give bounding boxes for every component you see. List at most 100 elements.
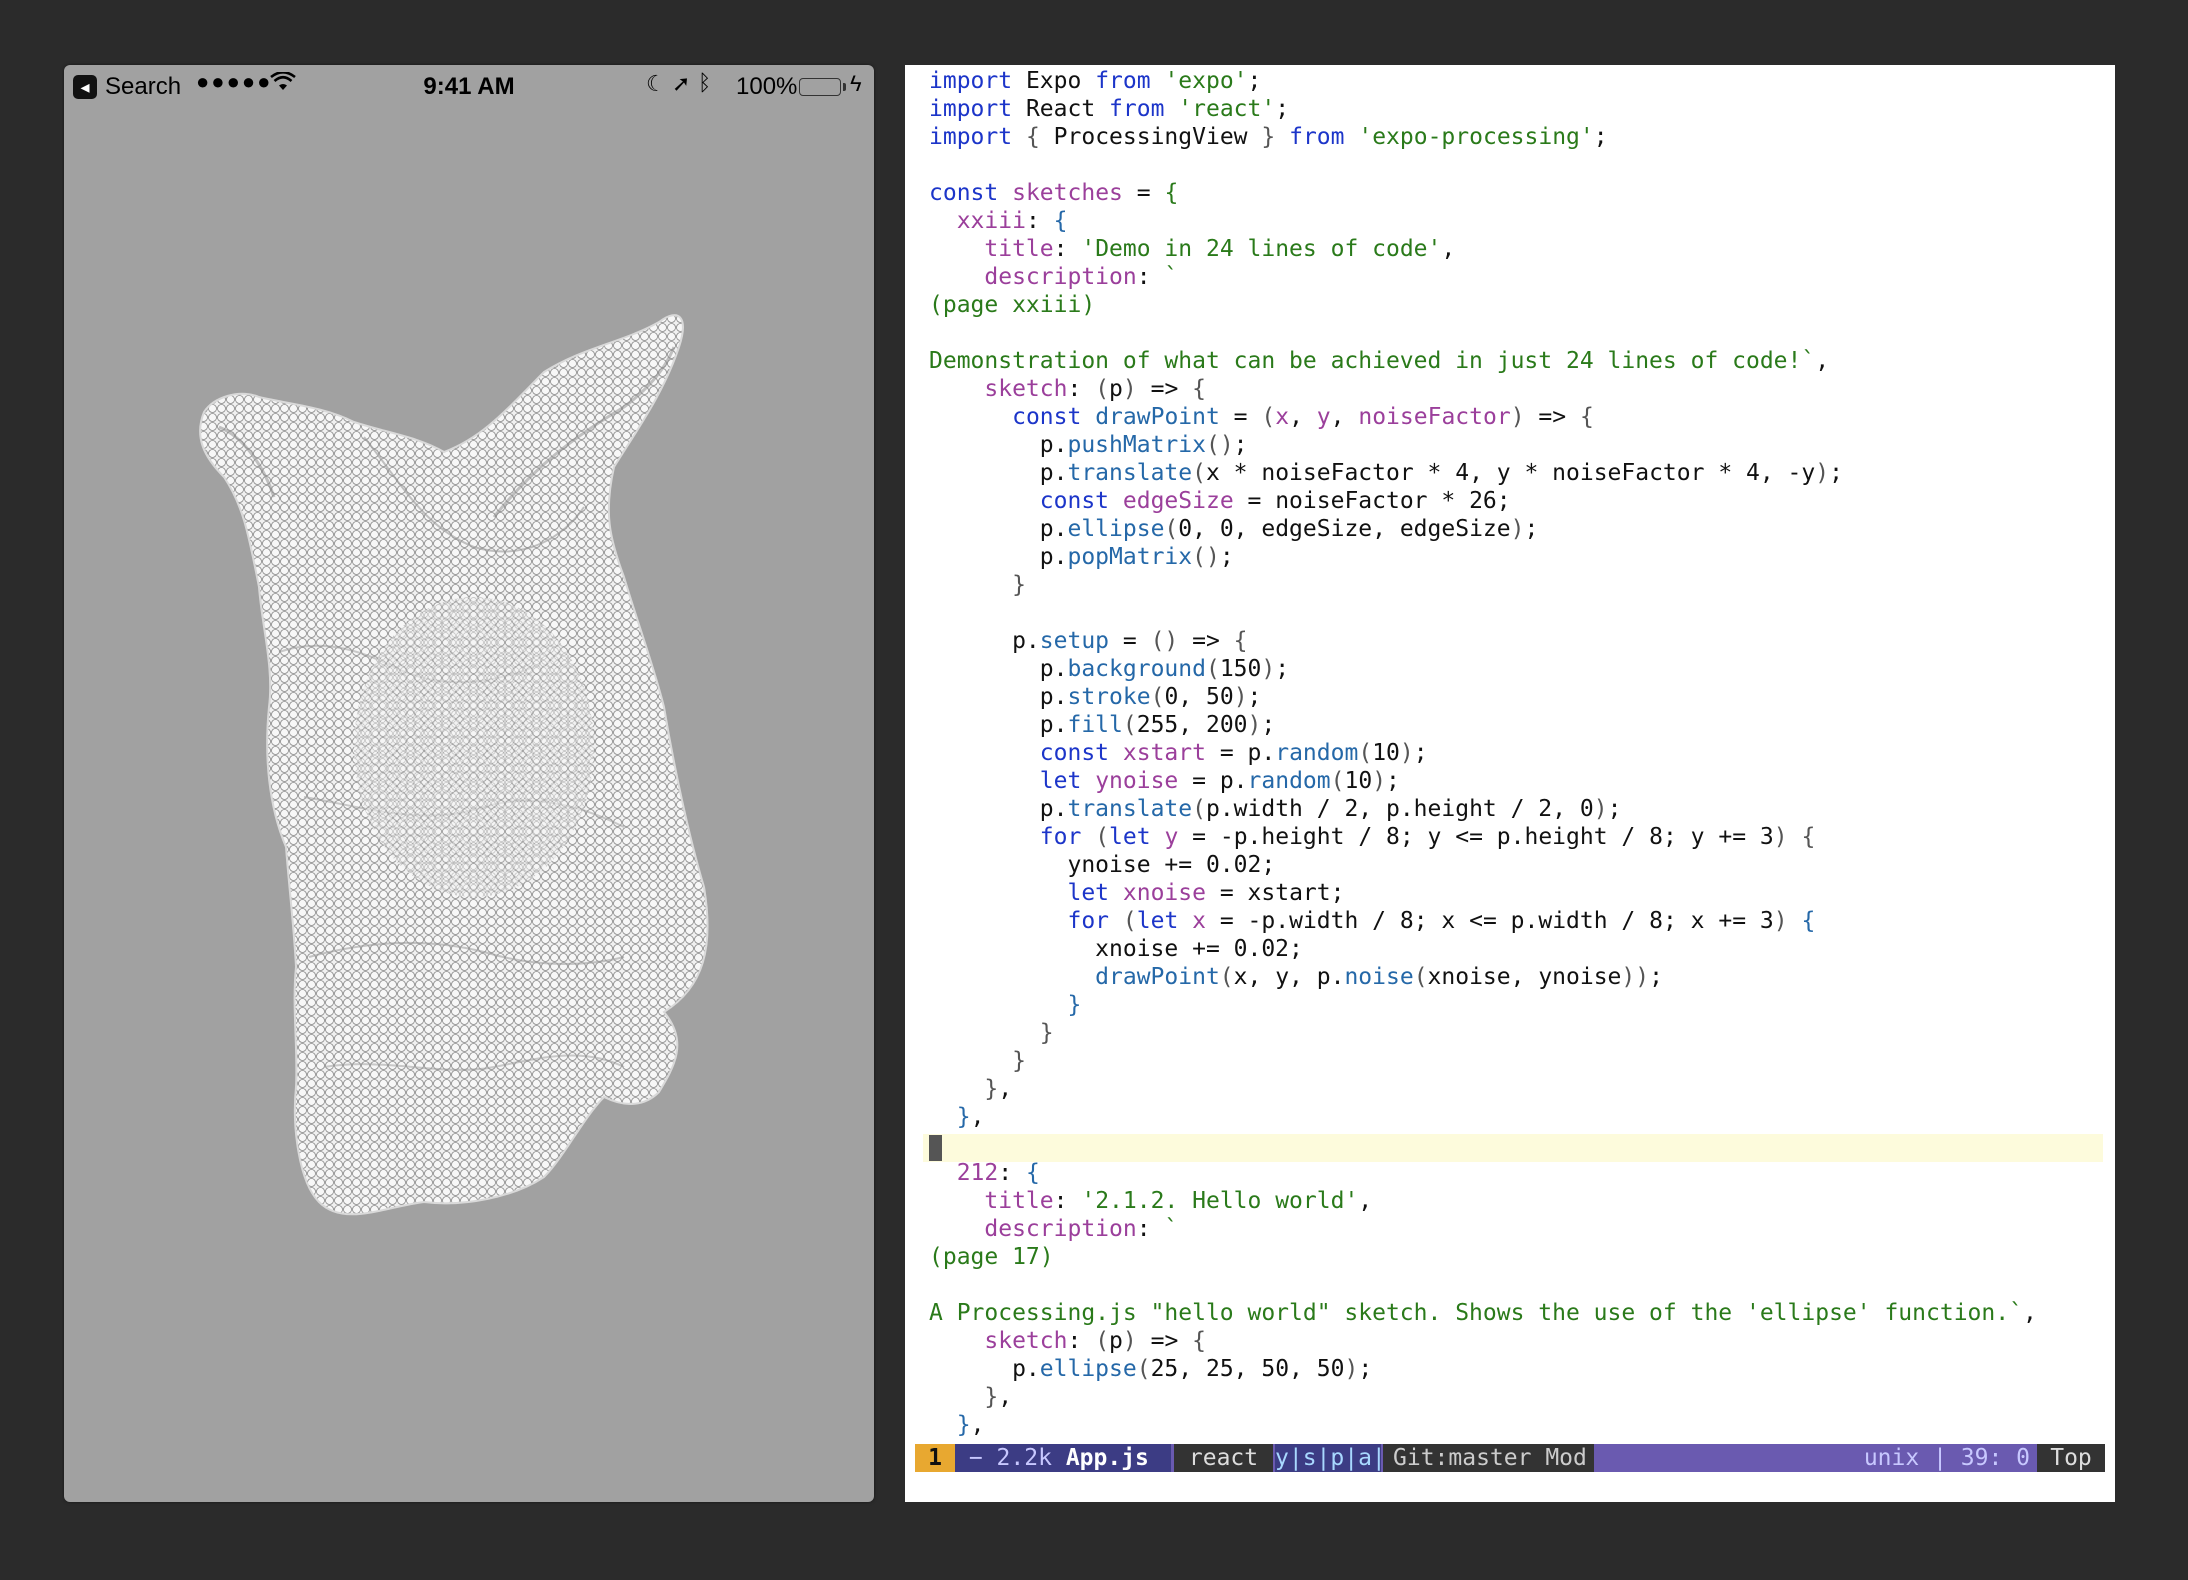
code-line[interactable]: p.translate(x * noiseFactor * 4, y * noi… — [929, 459, 2037, 487]
code-line[interactable]: drawPoint(x, y, p.noise(xnoise, ynoise))… — [929, 963, 2037, 991]
code-line[interactable]: p.stroke(0, 50); — [929, 683, 2037, 711]
code-token: ; — [1247, 68, 1262, 94]
code-line[interactable] — [929, 1271, 2037, 1299]
code-line[interactable]: p.ellipse(0, 0, edgeSize, edgeSize); — [929, 515, 2037, 543]
code-line[interactable]: const drawPoint = (x, y, noiseFactor) =>… — [929, 403, 2037, 431]
code-line[interactable]: }, — [929, 1383, 2037, 1411]
code-line[interactable] — [929, 1131, 2037, 1159]
code-token: { — [1025, 1160, 1040, 1186]
code-token: ( — [1192, 460, 1206, 486]
scroll-position: Top — [2037, 1444, 2105, 1472]
code-line[interactable]: sketch: (p) => { — [929, 1327, 2037, 1355]
code-line[interactable]: (page 17) — [929, 1243, 2037, 1271]
code-token: , — [1358, 1188, 1373, 1214]
code-line[interactable]: import Expo from 'expo'; — [929, 67, 2037, 95]
code-token: for — [1067, 908, 1110, 934]
code-line[interactable]: import { ProcessingView } from 'expo-pro… — [929, 123, 2037, 151]
code-line[interactable]: p.popMatrix(); — [929, 543, 2037, 571]
code-buffer[interactable]: import Expo from 'expo'; import React fro… — [929, 67, 2037, 1439]
code-line[interactable]: let ynoise = p.random(10); — [929, 767, 2037, 795]
code-token: description — [984, 1216, 1137, 1242]
code-token: const — [1039, 488, 1110, 514]
code-token: import — [929, 68, 1013, 94]
code-token: 10 — [1344, 768, 1373, 794]
code-line[interactable]: }, — [929, 1075, 2037, 1103]
code-token: ( — [1095, 824, 1110, 850]
code-line[interactable]: p.setup = () => { — [929, 627, 2037, 655]
code-token: } — [984, 1384, 999, 1410]
code-token: for — [1039, 824, 1082, 850]
code-token: ) — [1122, 376, 1137, 402]
code-line[interactable]: p.fill(255, 200); — [929, 711, 2037, 739]
code-line[interactable]: p.ellipse(25, 25, 50, 50); — [929, 1355, 2037, 1383]
code-line[interactable]: description: ` — [929, 1215, 2037, 1243]
code-token: popMatrix — [1067, 544, 1193, 570]
code-line[interactable]: } — [929, 571, 2037, 599]
code-line[interactable]: for (let y = -p.height / 8; y <= p.heigh… — [929, 823, 2037, 851]
code-line[interactable] — [929, 599, 2037, 627]
code-token: ( — [1122, 908, 1137, 934]
code-line[interactable]: p.translate(p.width / 2, p.height / 2, 0… — [929, 795, 2037, 823]
code-token: } — [1012, 1048, 1026, 1074]
code-editor[interactable]: import Expo from 'expo'; import React fro… — [905, 65, 2115, 1502]
code-token: ( — [1358, 740, 1373, 766]
battery-tip — [843, 83, 846, 91]
code-token: p. — [929, 796, 1068, 822]
code-line[interactable]: const sketches = { — [929, 179, 2037, 207]
code-line[interactable]: p.background(150); — [929, 655, 2037, 683]
code-token: : — [1136, 264, 1165, 290]
code-line[interactable]: }, — [929, 1103, 2037, 1131]
code-line[interactable]: 212: { — [929, 1159, 2037, 1187]
code-line[interactable]: } — [929, 1019, 2037, 1047]
code-line[interactable]: ynoise += 0.02; — [929, 851, 2037, 879]
code-line[interactable]: (page xxiii) — [929, 291, 2037, 319]
code-line[interactable]: } — [929, 1047, 2037, 1075]
code-line[interactable]: import React from 'react'; — [929, 95, 2037, 123]
code-line[interactable]: p.pushMatrix(); — [929, 431, 2037, 459]
code-line[interactable]: } — [929, 991, 2037, 1019]
code-token: drawPoint — [1095, 404, 1220, 430]
code-line[interactable]: for (let x = -p.width / 8; x <= p.width … — [929, 907, 2037, 935]
code-token: 212 — [956, 1160, 999, 1186]
code-token: p.width / 2, p.height / 2, 0 — [1205, 796, 1594, 822]
code-line[interactable]: title: 'Demo in 24 lines of code', — [929, 235, 2037, 263]
code-line[interactable]: const edgeSize = noiseFactor * 26; — [929, 487, 2037, 515]
processing-canvas[interactable] — [64, 107, 874, 1502]
code-token: ( — [1205, 656, 1220, 682]
code-token: p. — [929, 656, 1068, 682]
code-line[interactable]: sketch: (p) => { — [929, 375, 2037, 403]
code-token: 'react' — [1178, 96, 1276, 122]
code-token: ynoise — [1095, 768, 1179, 794]
code-line[interactable]: let xnoise = xstart; — [929, 879, 2037, 907]
code-token: const — [1012, 404, 1082, 430]
code-line[interactable]: xnoise += 0.02; — [929, 935, 2037, 963]
code-token: ( — [1164, 516, 1179, 542]
code-line[interactable] — [929, 319, 2037, 347]
code-line[interactable]: description: ` — [929, 263, 2037, 291]
code-line[interactable]: xxiii: { — [929, 207, 2037, 235]
code-token: xnoise, ynoise — [1427, 964, 1622, 990]
code-token: xstart — [1122, 740, 1206, 766]
code-token: import — [929, 96, 1013, 122]
code-line[interactable]: title: '2.1.2. Hello world', — [929, 1187, 2037, 1215]
code-token: ) — [1372, 768, 1387, 794]
code-line[interactable]: const xstart = p.random(10); — [929, 739, 2037, 767]
code-token: 0, 50 — [1164, 684, 1234, 710]
code-line[interactable]: A Processing.js "hello world" sketch. Sh… — [929, 1299, 2037, 1327]
code-token: } — [1012, 572, 1026, 598]
code-token: , — [998, 1076, 1013, 1102]
code-token: import — [929, 124, 1013, 150]
code-line[interactable]: Demonstration of what can be achieved in… — [929, 347, 2037, 375]
code-token: stroke — [1067, 684, 1151, 710]
code-line[interactable] — [929, 151, 2037, 179]
code-line[interactable]: }, — [929, 1411, 2037, 1439]
